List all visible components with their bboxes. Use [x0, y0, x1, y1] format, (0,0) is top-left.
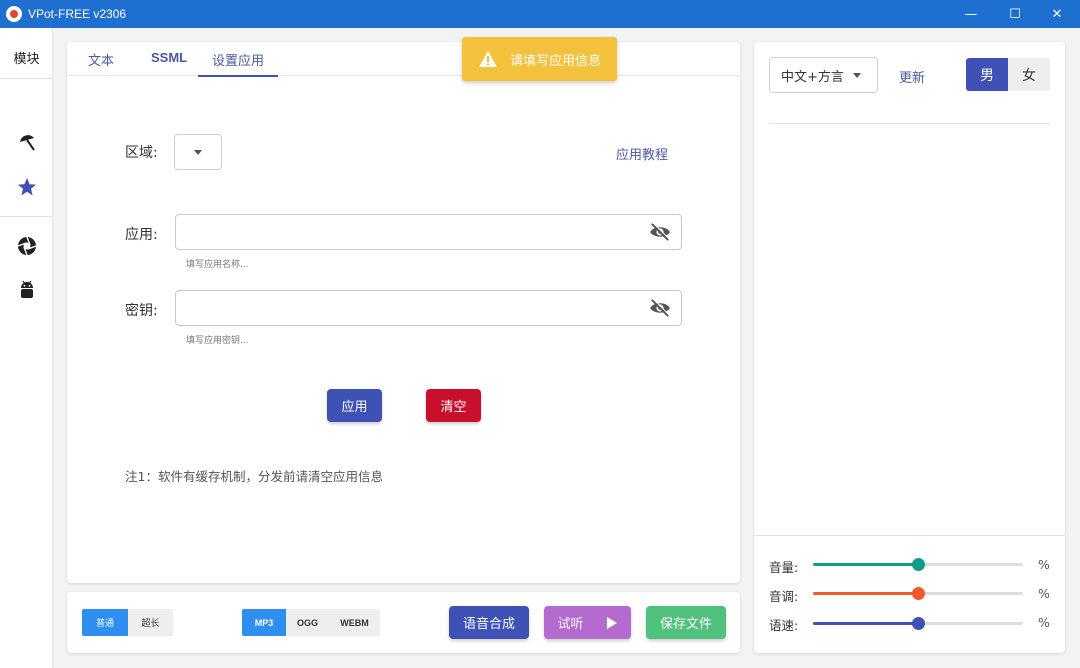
android-icon[interactable]	[16, 279, 38, 301]
voice-panel: 中文+方言 更新 男 女 音量: % 音调: % 语速: %	[754, 42, 1065, 653]
clear-button[interactable]: 清空	[426, 389, 481, 422]
app-label: 应用:	[125, 227, 158, 243]
title-bar: VPot-FREE v2306 — ☐ ✕	[0, 0, 1080, 28]
app-hint: 填写应用名称...	[186, 260, 249, 270]
pitch-label: 音调:	[769, 589, 799, 604]
gender-male-button[interactable]: 男	[966, 58, 1008, 91]
slider-fill	[813, 592, 918, 595]
tab-settings[interactable]: 设置应用	[198, 50, 278, 77]
preview-button[interactable]: 试听	[544, 606, 631, 639]
speed-unit: %	[1038, 615, 1050, 630]
slider-thumb[interactable]	[912, 558, 925, 571]
minimize-button[interactable]: —	[948, 0, 994, 28]
language-dropdown[interactable]: 中文+方言	[769, 57, 878, 93]
region-label: 区域:	[125, 145, 158, 161]
chevron-down-icon	[194, 149, 202, 155]
volume-label: 音量:	[769, 560, 799, 575]
tutorial-link[interactable]: 应用教程	[616, 144, 668, 163]
slider-divider	[754, 535, 1065, 536]
warning-icon	[479, 51, 497, 67]
apply-button[interactable]: 应用	[327, 389, 382, 422]
voice-list-divider	[769, 123, 1050, 124]
refresh-link[interactable]: 更新	[899, 67, 925, 86]
pitch-slider[interactable]	[813, 587, 1023, 600]
close-button[interactable]: ✕	[1034, 0, 1080, 28]
tab-text[interactable]: 文本	[88, 50, 114, 69]
pitch-unit: %	[1038, 586, 1050, 601]
key-hint: 填写应用密钥...	[186, 336, 249, 346]
key-label: 密钥:	[125, 303, 158, 319]
window-title: VPot-FREE v2306	[28, 7, 127, 21]
length-normal-button[interactable]: 普通	[82, 609, 128, 636]
maximize-button[interactable]: ☐	[992, 0, 1038, 28]
tab-bar: 文本 SSML 设置应用	[67, 42, 740, 77]
length-long-button[interactable]: 超长	[128, 609, 173, 636]
sidebar-divider	[0, 216, 53, 217]
aperture-icon[interactable]	[16, 235, 38, 257]
key-input[interactable]	[175, 290, 682, 326]
sidebar-header: 模块	[13, 52, 40, 67]
volume-slider[interactable]	[813, 558, 1023, 571]
module-sidebar: 模块	[0, 28, 53, 668]
tab-ssml[interactable]: SSML	[151, 50, 187, 65]
volume-unit: %	[1038, 557, 1050, 572]
play-icon	[606, 616, 617, 629]
format-toggle: MP3 OGG WEBM	[242, 609, 380, 636]
slider-thumb[interactable]	[912, 587, 925, 600]
eye-off-icon[interactable]	[649, 223, 671, 241]
slider-fill	[813, 622, 918, 625]
format-webm-button[interactable]: WEBM	[329, 609, 380, 636]
format-ogg-button[interactable]: OGG	[286, 609, 329, 636]
app-logo-icon	[6, 6, 22, 22]
region-dropdown[interactable]	[174, 134, 222, 170]
gender-female-button[interactable]: 女	[1008, 58, 1050, 91]
umbrella-icon[interactable]	[16, 132, 38, 154]
chevron-down-icon	[853, 73, 861, 78]
language-value: 中文+方言	[781, 69, 844, 85]
sidebar-divider	[0, 78, 53, 79]
cache-note: 注1：软件有缓存机制，分发前请清空应用信息	[125, 469, 383, 484]
settings-panel: 文本 SSML 设置应用 区域: 应用教程 应用: 填写应用名称... 密钥: …	[67, 42, 740, 583]
speed-slider[interactable]	[813, 617, 1023, 630]
slider-fill	[813, 563, 918, 566]
action-bar: 普通 超长 MP3 OGG WEBM 语音合成 试听 保存文件	[67, 592, 740, 653]
length-toggle: 普通 超长	[82, 609, 173, 636]
eye-off-icon[interactable]	[649, 299, 671, 317]
slider-thumb[interactable]	[912, 617, 925, 630]
gender-toggle: 男 女	[966, 58, 1050, 91]
synthesize-button[interactable]: 语音合成	[449, 606, 529, 639]
speed-label: 语速:	[769, 618, 799, 633]
star-icon[interactable]	[16, 176, 38, 198]
toast-message: 请填写应用信息	[510, 53, 602, 69]
warning-toast: 请填写应用信息	[462, 37, 617, 81]
format-mp3-button[interactable]: MP3	[242, 609, 286, 636]
preview-label: 试听	[557, 617, 584, 632]
app-input[interactable]	[175, 214, 682, 250]
save-file-button[interactable]: 保存文件	[646, 606, 726, 639]
